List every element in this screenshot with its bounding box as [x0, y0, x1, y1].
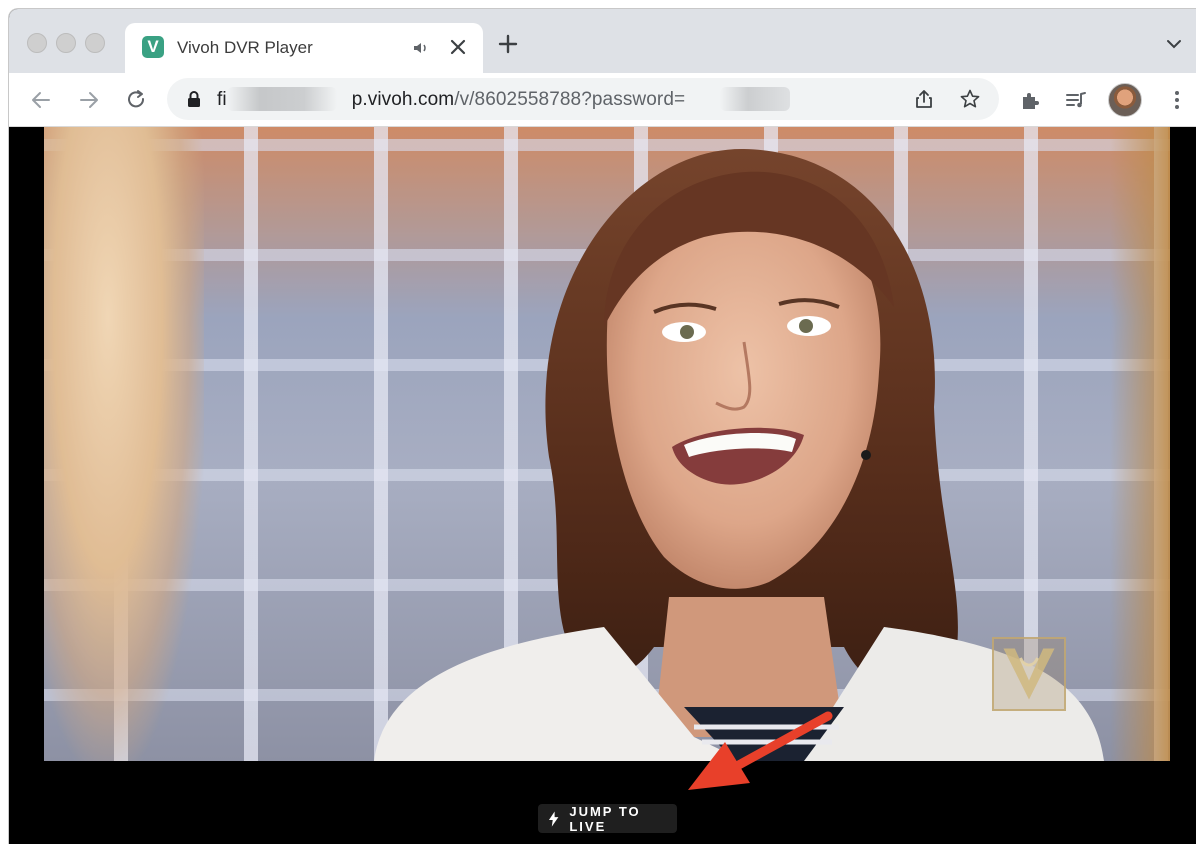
zoom-window-button[interactable]	[85, 33, 105, 53]
url-prefix: fi	[217, 89, 227, 110]
chevron-down-icon[interactable]	[1166, 37, 1182, 51]
share-icon[interactable]	[913, 88, 935, 110]
star-icon[interactable]	[959, 88, 981, 110]
tab-strip: V Vivoh DVR Player	[9, 9, 1196, 73]
arrow-left-icon[interactable]	[27, 86, 55, 114]
redacted-region	[720, 87, 790, 111]
browser-toolbar: fi p.vivoh.com/v/8602558788?password=	[9, 73, 1196, 127]
profile-avatar[interactable]	[1108, 83, 1142, 117]
lock-icon[interactable]	[187, 90, 201, 108]
tab-vivoh-dvr-player[interactable]: V Vivoh DVR Player	[125, 23, 483, 73]
minimize-window-button[interactable]	[56, 33, 76, 53]
bolt-icon	[548, 810, 559, 827]
vivoh-favicon-icon: V	[142, 36, 164, 58]
video-frame[interactable]	[44, 127, 1170, 761]
reload-icon[interactable]	[122, 86, 150, 114]
plus-icon[interactable]	[497, 33, 519, 55]
speaker-icon[interactable]	[412, 39, 430, 57]
url-host: p.vivoh.com	[351, 89, 455, 110]
address-bar[interactable]: fi p.vivoh.com/v/8602558788?password=	[167, 78, 999, 120]
url-path: /v/8602558788?password=	[454, 89, 686, 110]
browser-window: V Vivoh DVR Player fi p.vivoh.com/v/8602…	[8, 8, 1196, 844]
puzzle-icon[interactable]	[1019, 88, 1043, 112]
close-window-button[interactable]	[27, 33, 47, 53]
media-queue-icon[interactable]	[1064, 88, 1088, 112]
redacted-region	[227, 87, 337, 111]
arrow-right-icon[interactable]	[75, 86, 103, 114]
close-icon[interactable]	[446, 35, 470, 59]
player-page: JUMP TO LIVE	[9, 127, 1196, 844]
tab-title: Vivoh DVR Player	[177, 38, 313, 57]
jump-to-live-button[interactable]: JUMP TO LIVE	[538, 803, 677, 834]
jump-to-live-label: JUMP TO LIVE	[569, 803, 641, 834]
kebab-menu-icon[interactable]	[1165, 88, 1189, 112]
university-logo-watermark	[992, 637, 1066, 711]
